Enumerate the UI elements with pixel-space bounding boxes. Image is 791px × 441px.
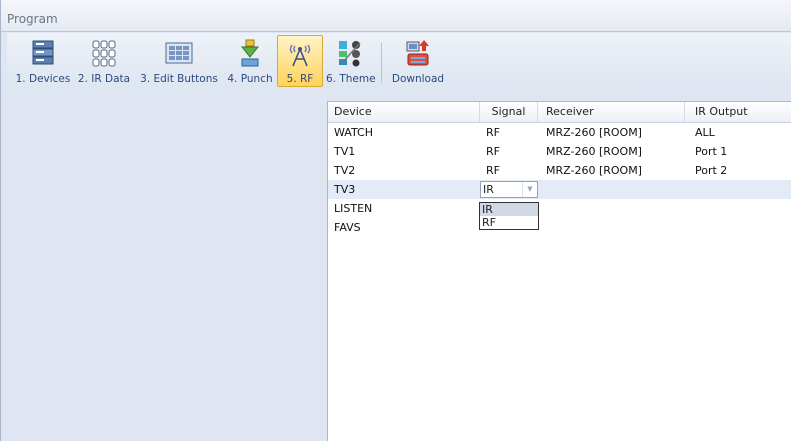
column-header-receiver[interactable]: Receiver <box>538 102 685 122</box>
column-header-signal[interactable]: Signal <box>480 102 538 122</box>
column-header-ir-output[interactable]: IR Output <box>685 102 791 122</box>
rf-label: 5. RF <box>286 73 314 85</box>
ir-data-button[interactable]: 2. IR Data <box>75 35 133 87</box>
download-icon <box>406 40 429 66</box>
table-row[interactable]: LISTEN <box>328 199 791 218</box>
table-row[interactable]: FAVS <box>328 218 791 237</box>
window-title: Program <box>7 12 58 26</box>
remote-keypad-icon <box>92 40 116 67</box>
edit-buttons-icon <box>165 42 193 64</box>
theme-button[interactable]: 6. Theme <box>325 35 376 87</box>
table-row[interactable]: TV1 RF MRZ-260 [ROOM] Port 1 <box>328 142 791 161</box>
rf-button[interactable]: 5. RF <box>277 35 323 87</box>
cell-device: WATCH <box>334 126 373 139</box>
cell-signal: RF <box>486 126 500 139</box>
table-row-selected[interactable]: TV3 IR ▼ <box>328 180 791 199</box>
dropdown-option-rf[interactable]: RF <box>480 216 538 229</box>
table-row[interactable]: WATCH RF MRZ-260 [ROOM] ALL <box>328 123 791 142</box>
edit-buttons-button[interactable]: 3. Edit Buttons <box>135 35 223 87</box>
devices-label: 1. Devices <box>15 73 71 85</box>
signal-dropdown-list: IR RF <box>479 202 539 230</box>
device-grid: Device Signal Receiver IR Output WATCH R… <box>327 101 791 441</box>
cell-device: TV1 <box>334 145 356 158</box>
signal-dropdown[interactable]: IR ▼ <box>480 181 538 198</box>
punch-icon <box>240 39 260 67</box>
table-row[interactable]: TV2 RF MRZ-260 [ROOM] Port 2 <box>328 161 791 180</box>
cell-device: FAVS <box>334 221 361 234</box>
edit-buttons-label: 3. Edit Buttons <box>140 73 218 85</box>
dropdown-option-ir[interactable]: IR <box>480 203 538 216</box>
cell-receiver: MRZ-260 [ROOM] <box>546 126 642 139</box>
cell-ir-output: Port 2 <box>695 164 728 177</box>
program-window: Program 1. Devices 2. IR Data 3. Edit Bu… <box>0 0 791 441</box>
cell-signal: RF <box>486 164 500 177</box>
cell-device: TV3 <box>334 183 356 196</box>
cell-receiver: MRZ-260 [ROOM] <box>546 145 642 158</box>
rf-antenna-icon <box>289 44 311 67</box>
left-panel <box>1 92 327 441</box>
theme-icon <box>339 41 361 67</box>
theme-label: 6. Theme <box>326 73 376 85</box>
cell-receiver: MRZ-260 [ROOM] <box>546 164 642 177</box>
cell-signal: RF <box>486 145 500 158</box>
toolbar: 1. Devices 2. IR Data 3. Edit Buttons 4.… <box>7 33 791 91</box>
download-label: Download <box>391 73 445 85</box>
download-button[interactable]: Download <box>387 35 449 87</box>
devices-button[interactable]: 1. Devices <box>13 35 73 87</box>
devices-icon <box>32 40 54 65</box>
chevron-down-icon[interactable]: ▼ <box>522 182 537 197</box>
punch-button[interactable]: 4. Punch <box>225 35 275 87</box>
cell-ir-output: Port 1 <box>695 145 728 158</box>
cell-ir-output: ALL <box>695 126 715 139</box>
toolbar-separator <box>381 43 382 83</box>
signal-dropdown-value: IR <box>483 183 494 196</box>
title-bar: Program <box>1 0 791 32</box>
cell-device: LISTEN <box>334 202 373 215</box>
punch-label: 4. Punch <box>227 73 273 85</box>
ir-data-label: 2. IR Data <box>77 73 131 85</box>
grid-header: Device Signal Receiver IR Output <box>328 102 791 123</box>
cell-device: TV2 <box>334 164 356 177</box>
column-header-device[interactable]: Device <box>328 102 480 122</box>
